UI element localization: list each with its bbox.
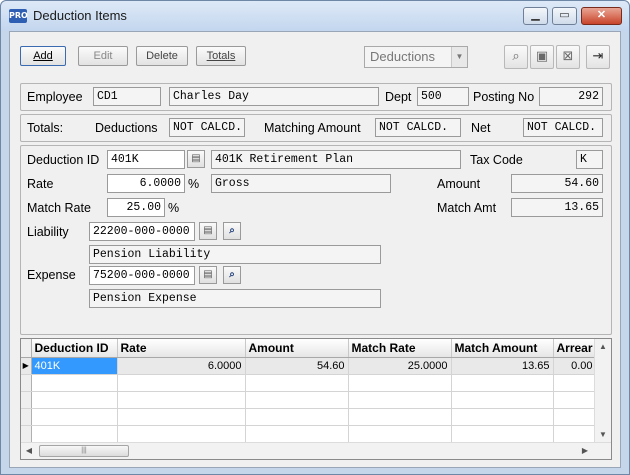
rate-field[interactable]: 6.0000 xyxy=(107,174,185,193)
row-pointer-icon: ▶ xyxy=(21,357,32,375)
deduction-lookup-icon[interactable]: ▤ xyxy=(187,150,205,168)
lookup-icon[interactable]: ⌕ xyxy=(504,45,528,69)
vertical-scrollbar[interactable]: ▲ ▼ xyxy=(594,339,611,443)
amount-field: 54.60 xyxy=(511,174,603,193)
totals-panel: Totals: Deductions NOT CALCD. Matching A… xyxy=(20,114,612,142)
column-header[interactable]: Arrear xyxy=(553,339,597,358)
liability-label: Liability xyxy=(27,225,69,239)
deduction-items-window: PRO Deduction Items ▁ ▭ ✕ Add Edit Delet… xyxy=(0,0,630,475)
title-bar[interactable]: PRO Deduction Items ▁ ▭ ✕ xyxy=(1,1,629,31)
exit-icon[interactable]: ⇥ xyxy=(586,45,610,69)
employee-name-field: Charles Day xyxy=(169,87,379,106)
table-cell[interactable]: 6.0000 xyxy=(117,357,246,375)
rate-unit: % xyxy=(188,177,200,191)
horizontal-scrollbar[interactable]: ◀ ||| ▶ xyxy=(21,442,611,459)
deduction-description-field: 401K Retirement Plan xyxy=(211,150,461,169)
scroll-down-icon[interactable]: ▼ xyxy=(595,427,611,443)
liability-lookup-icon[interactable]: ▤ xyxy=(199,222,217,240)
table-row[interactable] xyxy=(21,408,597,426)
match-amt-label: Match Amt xyxy=(437,201,497,215)
expense-label: Expense xyxy=(27,268,76,282)
table-cell[interactable]: 13.65 xyxy=(451,357,554,375)
deduction-id-field[interactable]: 401K xyxy=(107,150,185,169)
edit-button[interactable]: Edit xyxy=(78,46,128,66)
posting-no-label: Posting No xyxy=(473,90,535,104)
amount-label: Amount xyxy=(437,177,481,191)
add-button[interactable]: Add xyxy=(20,46,66,66)
tax-code-field: K xyxy=(576,150,603,169)
table-row[interactable] xyxy=(21,391,597,409)
posting-no-field: 292 xyxy=(539,87,603,106)
column-header[interactable]: Deduction ID xyxy=(31,339,118,358)
maximize-button[interactable]: ▭ xyxy=(552,7,577,25)
dept-field: 500 xyxy=(417,87,469,106)
scrollbar-thumb[interactable]: ||| xyxy=(39,445,129,457)
column-header[interactable]: Match Rate xyxy=(348,339,452,358)
rate-label: Rate xyxy=(27,177,54,191)
table-header-row: Deduction ID Rate Amount Match Rate Matc… xyxy=(21,339,597,358)
minimize-button[interactable]: ▁ xyxy=(523,7,548,25)
deductions-total-field: NOT CALCD. xyxy=(169,118,245,137)
table-row[interactable] xyxy=(21,425,597,443)
close-button[interactable]: ✕ xyxy=(581,7,622,25)
chevron-down-icon[interactable]: ▼ xyxy=(451,47,467,67)
save-icon[interactable]: ▣ xyxy=(530,45,554,69)
deduction-detail-panel: Deduction ID 401K ▤ 401K Retirement Plan… xyxy=(20,145,612,335)
match-rate-label: Match Rate xyxy=(27,201,91,215)
row-indicator-header xyxy=(21,339,32,358)
deductions-total-label: Deductions xyxy=(95,121,158,135)
matching-amount-label: Matching Amount xyxy=(264,121,361,135)
scroll-right-icon[interactable]: ▶ xyxy=(577,443,593,459)
net-field: NOT CALCD. xyxy=(523,118,603,137)
expense-account-field[interactable]: 75200-000-0000 xyxy=(89,266,195,285)
app-icon: PRO xyxy=(9,9,28,23)
client-area: Add Edit Delete Totals Deductions ▼ ⌕ ▣ … xyxy=(9,31,621,468)
net-label: Net xyxy=(471,121,491,135)
totals-label: Totals: xyxy=(27,121,64,135)
dept-label: Dept xyxy=(385,90,412,104)
window-title: Deduction Items xyxy=(33,8,127,23)
view-selector[interactable]: Deductions ▼ xyxy=(364,46,468,68)
deductions-table: Deduction ID Rate Amount Match Rate Matc… xyxy=(21,339,597,443)
match-rate-field[interactable]: 25.00 xyxy=(107,198,165,217)
liability-description-field: Pension Liability xyxy=(89,245,381,264)
table-cell[interactable]: 0.00 xyxy=(553,357,597,375)
table-row[interactable] xyxy=(21,374,597,392)
expense-lookup-icon[interactable]: ▤ xyxy=(199,266,217,284)
table-cell[interactable]: 25.0000 xyxy=(348,357,452,375)
match-amt-field: 13.65 xyxy=(511,198,603,217)
table-row[interactable]: ▶ 401K 6.0000 54.60 25.0000 13.65 0.00 xyxy=(21,357,597,375)
column-header[interactable]: Amount xyxy=(245,339,349,358)
deductions-grid[interactable]: Deduction ID Rate Amount Match Rate Matc… xyxy=(20,338,612,460)
employee-panel: Employee CD1 Charles Day Dept 500 Postin… xyxy=(20,83,612,111)
matching-amount-field: NOT CALCD. xyxy=(375,118,461,137)
employee-code-field: CD1 xyxy=(93,87,161,106)
column-header[interactable]: Match Amount xyxy=(451,339,554,358)
expense-zoom-icon[interactable]: ⌕ xyxy=(223,266,241,284)
totals-button[interactable]: Totals xyxy=(196,46,246,66)
expense-description-field: Pension Expense xyxy=(89,289,381,308)
scroll-up-icon[interactable]: ▲ xyxy=(595,339,611,355)
view-selector-value: Deductions xyxy=(370,49,436,64)
tax-code-label: Tax Code xyxy=(470,153,523,167)
liability-zoom-icon[interactable]: ⌕ xyxy=(223,222,241,240)
column-header[interactable]: Rate xyxy=(117,339,246,358)
cancel-icon[interactable]: ⊠ xyxy=(556,45,580,69)
scroll-left-icon[interactable]: ◀ xyxy=(21,443,37,459)
delete-button[interactable]: Delete xyxy=(136,46,188,66)
employee-label: Employee xyxy=(27,90,83,104)
table-cell[interactable]: 401K xyxy=(31,357,118,375)
deduction-id-label: Deduction ID xyxy=(27,153,100,167)
rate-basis-field: Gross xyxy=(211,174,391,193)
table-cell[interactable]: 54.60 xyxy=(245,357,349,375)
match-rate-unit: % xyxy=(168,201,180,215)
liability-account-field[interactable]: 22200-000-0000 xyxy=(89,222,195,241)
